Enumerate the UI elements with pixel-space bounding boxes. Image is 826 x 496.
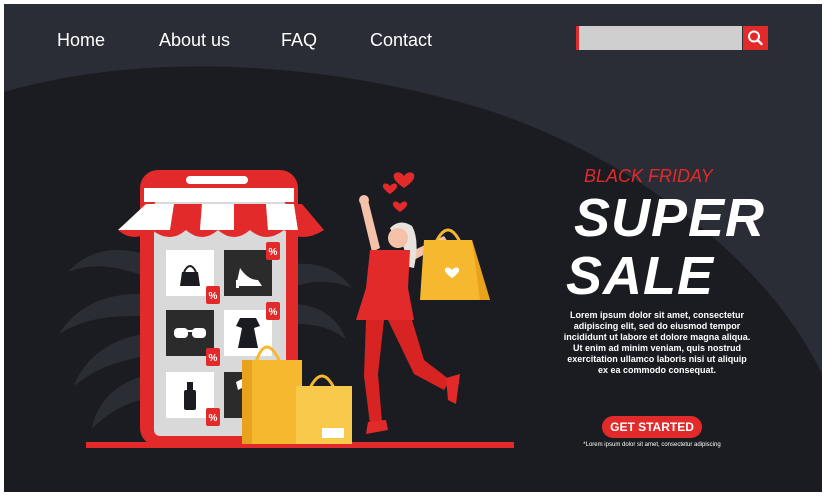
tag-label: % (269, 247, 278, 258)
tag-label: % (269, 307, 278, 318)
hero-title-line2: SALE (566, 246, 715, 306)
awning (118, 188, 324, 237)
heart-icon (382, 172, 415, 212)
cta-footnote: *Lorem ipsum dolor sit amet, consectetur… (583, 442, 721, 448)
tag-label: % (209, 291, 218, 302)
landing-page: Home About us FAQ Contact % % % % % BLAC… (4, 4, 822, 492)
shopping-bags (242, 345, 352, 444)
get-started-button[interactable]: GET STARTED (602, 416, 702, 438)
discount-tag: % (206, 286, 220, 304)
tag-label: % (209, 353, 218, 364)
discount-tag: % (206, 348, 220, 366)
hero-description: Lorem ipsum dolor sit amet, consectetur … (563, 310, 751, 375)
eyebrow-text: BLACK FRIDAY (584, 166, 713, 186)
shopping-bag-held (420, 228, 490, 300)
tag-label: % (209, 413, 218, 424)
discount-tag: % (266, 302, 280, 320)
hero-title-line1: SUPER (574, 188, 766, 248)
discount-tag: % (206, 408, 220, 426)
discount-tag: % (266, 242, 280, 260)
